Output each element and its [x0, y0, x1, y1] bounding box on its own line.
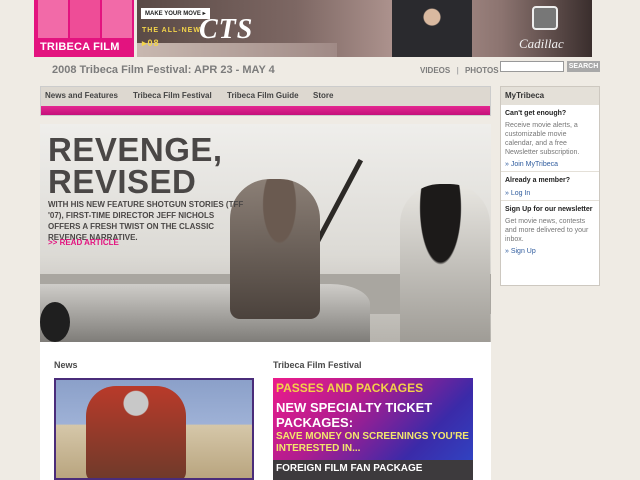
nav-item-film-guide[interactable]: Tribeca Film Guide: [227, 91, 299, 100]
cadillac-ad-banner[interactable]: MAKE YOUR MOVE ▸ THE ALL-NEW ▸08 CTS Cad…: [137, 0, 592, 57]
logo-square: [102, 0, 132, 38]
ad-all-new: THE ALL-NEW: [142, 27, 201, 34]
sidebar-body: Receive movie alerts, a customizable mov…: [505, 122, 580, 156]
ad-model: CTS: [199, 14, 254, 45]
sidebar-block-join: Can't get enough? Receive movie alerts, …: [501, 105, 599, 172]
videos-link[interactable]: VIDEOS: [420, 66, 450, 75]
news-heading: News: [54, 360, 78, 370]
promo-subtitle: NEW SPECIALTY TICKET PACKAGES:: [276, 400, 433, 430]
main-nav: News and Features Tribeca Film Festival …: [40, 86, 491, 116]
search-input[interactable]: [500, 61, 564, 72]
passes-promo[interactable]: PASSES AND PACKAGES NEW SPECIALTY TICKET…: [273, 378, 473, 480]
signup-link[interactable]: » Sign Up: [505, 248, 595, 255]
cadillac-crest-icon: [532, 6, 558, 30]
feature-hero[interactable]: REVENGE, REVISED WITH HIS NEW FEATURE SH…: [40, 124, 491, 342]
nav-item-store[interactable]: Store: [313, 91, 333, 100]
join-mytribeca-link[interactable]: » Join MyTribeca: [505, 161, 595, 168]
promo-body: SAVE MONEY ON SCREENINGS YOU'RE INTEREST…: [276, 431, 469, 454]
promo-package: FOREIGN FILM FAN PACKAGE: [273, 460, 473, 480]
nav-item-festival[interactable]: Tribeca Film Festival: [133, 91, 212, 100]
photos-link[interactable]: PHOTOS: [465, 66, 499, 75]
sidebar-heading: Already a member?: [505, 177, 570, 184]
nav-accent-bar: [41, 106, 490, 115]
search-button[interactable]: SEARCH: [567, 61, 600, 72]
sidebar-block-newsletter: Sign Up for our newsletter Get movie new…: [501, 201, 599, 258]
promo-title: PASSES AND PACKAGES: [276, 381, 424, 395]
ad-brand: Cadillac: [519, 36, 564, 51]
hero-car: [40, 284, 370, 342]
mytribeca-sidebar: MyTribeca Can't get enough? Receive movi…: [500, 86, 600, 286]
sidebar-heading: Sign Up for our newsletter: [505, 206, 593, 213]
sidebar-block-login: Already a member? » Log In: [501, 172, 599, 201]
ad-year: ▸08: [142, 38, 160, 48]
tribeca-film-logo[interactable]: TRIBECA FILM: [34, 0, 134, 57]
top-links: VIDEOS | PHOTOS: [420, 66, 499, 75]
sidebar-title: MyTribeca: [501, 87, 599, 105]
sidebar-body: Get movie news, contests and more delive…: [505, 218, 589, 243]
link-separator: |: [456, 66, 459, 75]
news-robot-figure: [86, 386, 186, 478]
feature-title: REVENGE, REVISED: [48, 131, 223, 200]
festival-dates: 2008 Tribeca Film Festival: APR 23 - MAY…: [52, 64, 275, 76]
news-image[interactable]: [54, 378, 254, 480]
logo-square: [38, 0, 68, 38]
read-article-link[interactable]: >> READ ARTICLE: [48, 238, 119, 247]
nav-item-news-features[interactable]: News and Features: [45, 91, 118, 100]
site-header: TRIBECA FILM MAKE YOUR MOVE ▸ THE ALL-NE…: [0, 0, 640, 57]
logo-text: TRIBECA FILM: [40, 41, 120, 53]
login-link[interactable]: » Log In: [505, 190, 595, 197]
feature-title-line1: REVENGE,: [48, 131, 223, 168]
hero-tire: [40, 302, 70, 342]
sidebar-heading: Can't get enough?: [505, 110, 567, 117]
hero-man-with-neckbrace: [400, 184, 490, 342]
logo-square: [70, 0, 100, 38]
feature-title-line2: REVISED: [48, 163, 197, 200]
feature-description: WITH HIS NEW FEATURE SHOTGUN STORIES (TF…: [48, 200, 244, 242]
ad-man-image: [392, 0, 472, 57]
festival-heading: Tribeca Film Festival: [273, 360, 362, 370]
